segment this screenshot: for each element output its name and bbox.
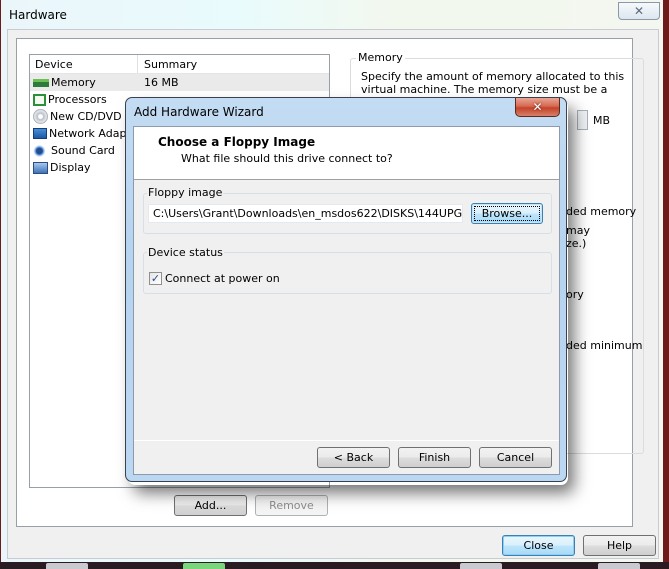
device-name: Memory bbox=[51, 76, 96, 89]
checkmark-icon: ✓ bbox=[150, 272, 161, 285]
back-button[interactable]: < Back bbox=[317, 447, 390, 468]
close-button[interactable]: Close bbox=[502, 535, 575, 556]
remove-button[interactable]: Remove bbox=[255, 495, 328, 516]
memory-text-fragment: ded minimum bbox=[566, 339, 643, 352]
memory-icon bbox=[33, 79, 49, 87]
floppy-image-path-input[interactable]: C:\Users\Grant\Downloads\en_msdos622\DIS… bbox=[148, 204, 463, 223]
memory-group-label: Memory bbox=[356, 51, 405, 64]
display-icon bbox=[33, 161, 48, 174]
close-icon: ✕ bbox=[633, 4, 645, 18]
device-list-header: Device Summary bbox=[30, 55, 329, 74]
add-hardware-wizard-dialog: Add Hardware Wizard ✕ Choose a Floppy Im… bbox=[125, 97, 567, 482]
taskbar-button[interactable] bbox=[460, 563, 502, 569]
wizard-subheading: What file should this drive connect to? bbox=[181, 152, 393, 165]
sound-card-icon bbox=[33, 143, 49, 158]
memory-text-fragment: ze.) bbox=[566, 237, 587, 250]
taskbar-button[interactable] bbox=[598, 563, 640, 569]
taskbar-button[interactable] bbox=[183, 563, 225, 569]
close-icon: ✕ bbox=[532, 100, 543, 114]
add-button[interactable]: Add... bbox=[174, 495, 247, 516]
memory-spinner[interactable] bbox=[577, 110, 588, 130]
wizard-client-area: Choose a Floppy Image What file should t… bbox=[133, 126, 560, 475]
memory-text-fragment: may bbox=[566, 224, 590, 237]
connect-at-power-on-label[interactable]: Connect at power on bbox=[165, 272, 280, 285]
cd-dvd-icon bbox=[33, 109, 48, 124]
cancel-button[interactable]: Cancel bbox=[479, 447, 552, 468]
wizard-header: Choose a Floppy Image What file should t… bbox=[134, 127, 559, 180]
device-status-group-label: Device status bbox=[147, 246, 224, 259]
help-button[interactable]: Help bbox=[583, 535, 656, 556]
column-header-device[interactable]: Device bbox=[30, 55, 138, 73]
window-close-button[interactable]: ✕ bbox=[618, 2, 660, 20]
device-summary: 16 MB bbox=[144, 76, 179, 89]
memory-text-fragment: ory bbox=[566, 288, 584, 301]
taskbar-button[interactable] bbox=[46, 563, 88, 569]
wizard-separator bbox=[134, 440, 559, 441]
processor-icon bbox=[33, 93, 46, 106]
window-title: Hardware bbox=[9, 8, 67, 22]
device-name: Processors bbox=[48, 93, 107, 106]
floppy-image-group-label: Floppy image bbox=[147, 186, 224, 199]
device-name: Display bbox=[50, 161, 91, 174]
memory-text-fragment: ded memory bbox=[566, 205, 637, 218]
wizard-title: Add Hardware Wizard bbox=[134, 105, 264, 119]
network-adapter-icon bbox=[33, 128, 47, 139]
memory-unit-label: MB bbox=[593, 114, 611, 127]
connect-at-power-on-checkbox[interactable]: ✓ bbox=[149, 272, 162, 285]
device-row-memory[interactable]: Memory 16 MB bbox=[30, 74, 329, 91]
taskbar bbox=[0, 562, 669, 569]
wizard-heading: Choose a Floppy Image bbox=[158, 135, 316, 149]
browse-button[interactable]: Browse... bbox=[471, 203, 543, 224]
wizard-close-button[interactable]: ✕ bbox=[515, 98, 560, 117]
device-name: Sound Card bbox=[51, 144, 115, 157]
column-header-summary[interactable]: Summary bbox=[138, 55, 197, 74]
finish-button[interactable]: Finish bbox=[398, 447, 471, 468]
